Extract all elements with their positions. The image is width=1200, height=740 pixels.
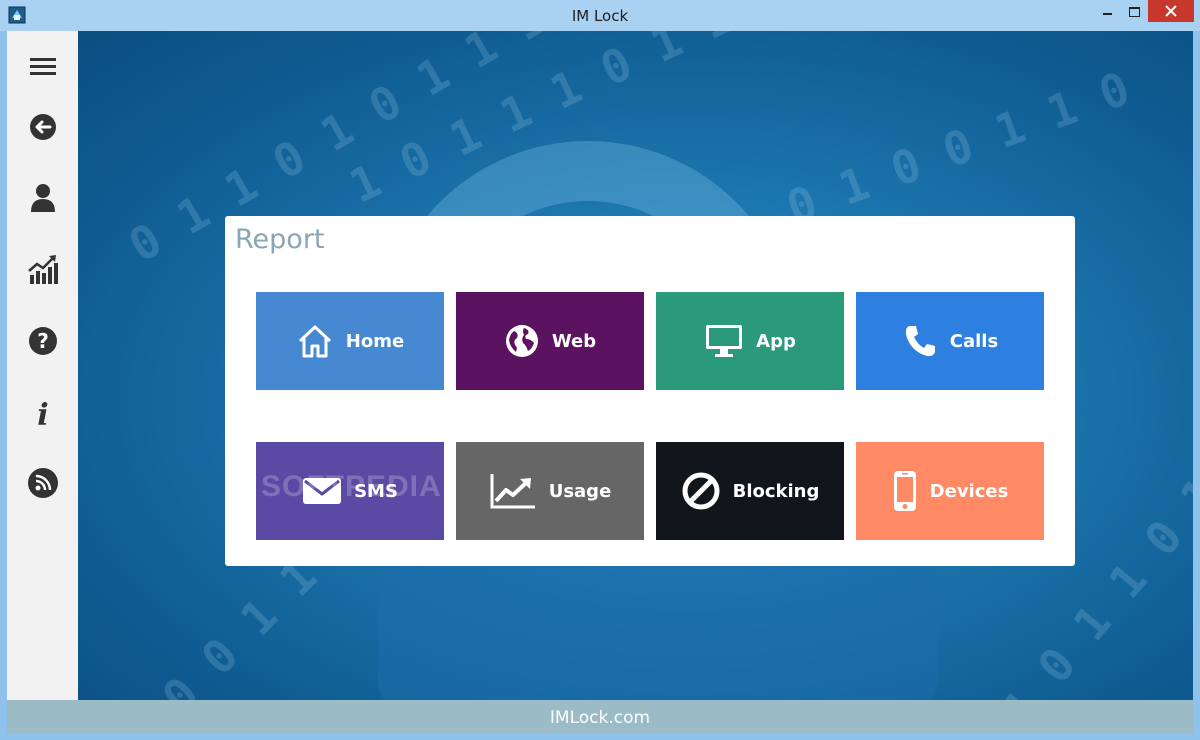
chart-icon[interactable]: [27, 253, 59, 285]
tile-label: Calls: [949, 330, 999, 352]
footer-link[interactable]: IMLock.com: [7, 708, 1193, 728]
tile-web[interactable]: Web: [456, 292, 644, 390]
title-bar: IM Lock: [0, 0, 1200, 31]
tile-usage[interactable]: Usage: [456, 442, 644, 540]
tile-label: Devices: [929, 480, 1009, 502]
close-icon: [1165, 5, 1177, 17]
window-title: IM Lock: [571, 7, 629, 25]
panel-title: Report: [235, 224, 325, 255]
tile-app[interactable]: App: [656, 292, 844, 390]
block-icon: [682, 472, 720, 510]
monitor-icon: [706, 325, 743, 357]
tile-label: SMS: [354, 480, 398, 502]
envelope-icon: [303, 478, 342, 504]
tile-home[interactable]: Home: [256, 292, 444, 390]
maximize-button[interactable]: [1121, 0, 1147, 22]
minimize-button[interactable]: [1094, 0, 1120, 22]
phone-icon: [905, 326, 935, 357]
watermark: SOFTPEDIA: [261, 470, 442, 503]
globe-icon: [505, 325, 538, 357]
home-icon: [298, 325, 331, 358]
tile-calls[interactable]: Calls: [856, 292, 1044, 390]
app-window: IM Lock ? i 0 1 1 0 1 0 1 1 1 0 1 0 1 1 …: [0, 0, 1200, 740]
back-arrow-icon[interactable]: [27, 111, 59, 143]
background-binary-pattern: 0 1 0 0 1 1 0: [779, 61, 1137, 235]
tile-blocking[interactable]: Blocking: [656, 442, 844, 540]
help-icon[interactable]: ?: [27, 325, 59, 357]
tile-label: Usage: [548, 480, 612, 502]
report-panel: Report Home Web App Calls SOFTPEDIA SMS …: [225, 216, 1075, 566]
tile-label: App: [756, 330, 796, 352]
smartphone-icon: [893, 471, 916, 511]
svg-text:i: i: [37, 398, 48, 429]
trend-chart-icon: [490, 474, 535, 509]
tile-label: Web: [551, 330, 597, 352]
user-icon[interactable]: [27, 181, 59, 213]
tile-sms[interactable]: SOFTPEDIA SMS: [256, 442, 444, 540]
svg-text:?: ?: [37, 329, 49, 353]
close-button[interactable]: [1148, 0, 1194, 22]
tile-devices[interactable]: Devices: [856, 442, 1044, 540]
info-icon[interactable]: i: [27, 397, 59, 429]
tile-label: Blocking: [732, 480, 820, 502]
footer-bar: IMLock.com: [7, 700, 1193, 733]
menu-icon[interactable]: [27, 51, 59, 83]
sidebar: ? i: [7, 31, 78, 700]
tile-label: Home: [345, 330, 405, 352]
rss-icon[interactable]: [27, 467, 59, 499]
